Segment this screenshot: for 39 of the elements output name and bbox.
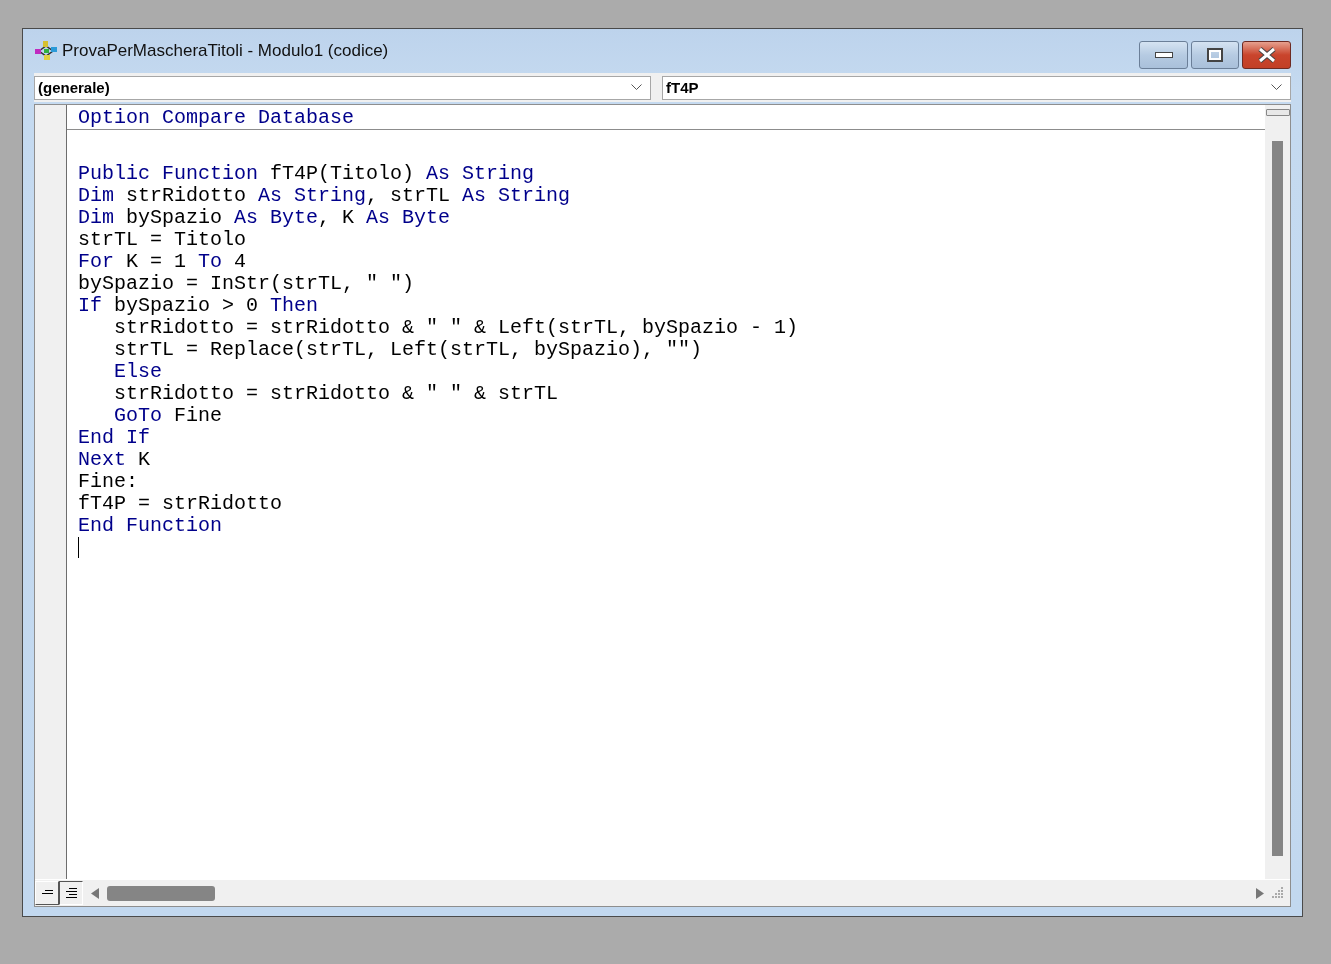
scroll-right-icon[interactable] (1256, 887, 1264, 899)
procedure-dropdown[interactable]: fT4P (662, 75, 1291, 100)
code-line: Else (113, 361, 163, 383)
close-button[interactable] (1242, 41, 1291, 69)
code-line: strRidotto = strRidotto & " " & Left(strTL, bySpazio - 1) (113, 317, 800, 339)
resize-grip-icon[interactable] (1272, 887, 1284, 899)
maximize-icon (1207, 48, 1223, 62)
object-dropdown[interactable]: (generale) (34, 75, 652, 100)
code-line: Dim strRidotto As String, strTL As String (78, 185, 572, 207)
code-line: strRidotto = strRidotto & " " & strTL (113, 383, 560, 405)
maximize-button[interactable] (1191, 41, 1239, 69)
code-line: End If (78, 427, 151, 449)
text-cursor (78, 537, 79, 558)
view-button[interactable] (59, 881, 83, 905)
chevron-down-icon (1271, 84, 1282, 91)
code-line: Next K (78, 449, 152, 471)
minimize-button[interactable] (1139, 41, 1188, 69)
code-line: bySpazio = InStr(strTL, " ") (78, 273, 416, 295)
lines-icon (65, 888, 77, 898)
code-line: GoTo Fine (113, 405, 224, 427)
scrollbar-thumb[interactable] (1272, 141, 1283, 856)
code-line: Option Compare Database (78, 107, 356, 129)
code-line: Dim bySpazio As Byte, K As Byte (78, 207, 452, 229)
scrollbar-thumb[interactable] (107, 885, 215, 901)
code-line: Public Function fT4P(Titolo) As String (78, 163, 536, 185)
close-icon (1257, 47, 1276, 63)
code-line: For K = 1 To 4 (78, 251, 248, 273)
code-line: fT4P = strRidotto (78, 493, 284, 515)
chevron-down-icon (631, 84, 643, 91)
module-icon (34, 40, 58, 62)
scroll-left-icon[interactable] (91, 887, 99, 899)
code-line: End Function (78, 515, 224, 537)
minimize-icon (1154, 52, 1173, 58)
split-handle[interactable] (1265, 109, 1290, 116)
code-line: strTL = Titolo (78, 229, 248, 251)
code-line: If bySpazio > 0 Then (78, 295, 320, 317)
code-line: strTL = Replace(strTL, Left(strTL, bySpazio), "") (113, 339, 704, 361)
window-title: ProvaPerMascheraTitoli - Modulo1 (codice) (62, 41, 390, 61)
code-line: Fine: (78, 471, 139, 493)
